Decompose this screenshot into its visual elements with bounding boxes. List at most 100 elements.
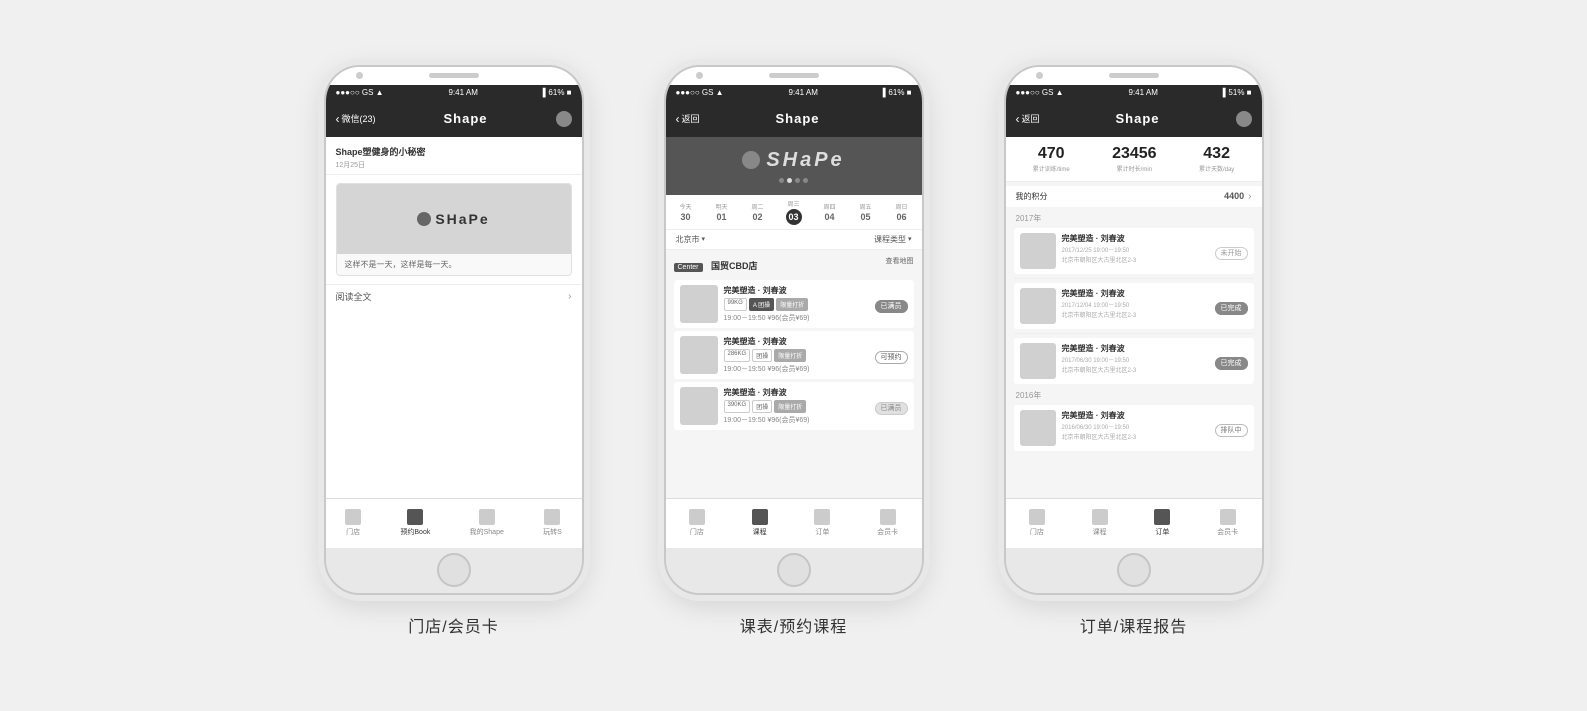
tab-course-3[interactable]: 课程 bbox=[1092, 509, 1108, 537]
nav-back-1[interactable]: ‹ 微信(23) bbox=[336, 112, 376, 126]
avatar-icon-1[interactable] bbox=[556, 111, 572, 127]
dot-4 bbox=[803, 178, 808, 183]
order-item-4[interactable]: 完美塑造 · 刘春波 2016/06/30 19:00－19:50 北京市朝阳区… bbox=[1014, 405, 1254, 451]
nav-bar-3: ‹ 返回 Shape bbox=[1006, 101, 1262, 137]
order-item-2[interactable]: 完美塑造 · 刘春波 2017/12/04 19:00－19:50 北京市朝阳区… bbox=[1014, 283, 1254, 329]
home-area-2 bbox=[666, 548, 922, 593]
points-title: 我的积分 bbox=[1016, 191, 1048, 202]
dot-1 bbox=[779, 178, 784, 183]
day-num-1: 30 bbox=[680, 212, 690, 222]
year-label-2016: 2016年 bbox=[1006, 386, 1262, 403]
day-num-4: 03 bbox=[786, 209, 802, 225]
course-tag-3a: 390KG bbox=[724, 400, 751, 413]
order-title-2: 完美塑造 · 刘春波 bbox=[1062, 288, 1209, 299]
date-item-4[interactable]: 周三 03 bbox=[780, 199, 808, 225]
phone-top-bar-3 bbox=[1006, 67, 1262, 85]
camera-1 bbox=[356, 72, 363, 79]
phone-shell-1: ●●●○○ GS ▲ 9:41 AM ▌61% ■ ‹ 微信(23) Shape… bbox=[324, 65, 584, 595]
book-icon-1 bbox=[407, 509, 423, 525]
date-item-5[interactable]: 周四 04 bbox=[816, 202, 844, 222]
type-filter-label: 课程类型 bbox=[874, 234, 906, 245]
course-title-3: 完美塑造 · 刘春波 bbox=[724, 387, 869, 398]
date-item-2[interactable]: 明天 01 bbox=[708, 202, 736, 222]
day-name-6: 周五 bbox=[859, 202, 871, 211]
tab-member-2[interactable]: 会员卡 bbox=[877, 509, 898, 537]
tab-play-1[interactable]: 玩转S bbox=[543, 509, 562, 537]
nav-back-2[interactable]: ‹ 返回 bbox=[676, 112, 700, 126]
tab-member-3[interactable]: 会员卡 bbox=[1217, 509, 1238, 537]
course-tag-2a: 286KG bbox=[724, 349, 751, 362]
home-button-1[interactable] bbox=[437, 553, 471, 587]
course-action-2[interactable]: 可预约 bbox=[875, 346, 908, 364]
course-title-1: 完美塑造 · 刘春波 bbox=[724, 285, 869, 296]
wechat-card-image: SHaPe bbox=[337, 184, 571, 254]
tab-order-2[interactable]: 订单 bbox=[814, 509, 830, 537]
phone-top-bar-1 bbox=[326, 67, 582, 85]
tab-shop-3[interactable]: 门店 bbox=[1029, 509, 1045, 537]
tab-book-label-1: 预约Book bbox=[400, 527, 430, 537]
stat-num-1: 470 bbox=[1033, 145, 1070, 163]
tab-book-1[interactable]: 预约Book bbox=[400, 509, 430, 537]
tab-shop-1[interactable]: 门店 bbox=[345, 509, 361, 537]
course-item-2[interactable]: 完美塑造 · 刘春波 286KG 团操 限量打折 19:00－19:50 ¥96… bbox=[674, 331, 914, 379]
order-time-2: 2017/12/04 19:00－19:50 bbox=[1062, 300, 1209, 309]
action-btn-3[interactable]: 已满员 bbox=[875, 402, 908, 415]
avatar-icon-3[interactable] bbox=[1236, 111, 1252, 127]
date-item-3[interactable]: 周二 02 bbox=[744, 202, 772, 222]
date-item-1[interactable]: 今天 30 bbox=[672, 202, 700, 222]
stat-label-2: 累计时长/min bbox=[1112, 164, 1157, 173]
day-num-6: 05 bbox=[860, 212, 870, 222]
tab-order-label-2: 订单 bbox=[815, 527, 829, 537]
nav-bar-1: ‹ 微信(23) Shape bbox=[326, 101, 582, 137]
wechat-card[interactable]: SHaPe 这样不是一天，这样是每一天。 bbox=[336, 183, 572, 276]
tab-myshape-1[interactable]: 我的Shape bbox=[470, 509, 504, 537]
date-item-7[interactable]: 周日 06 bbox=[888, 202, 916, 222]
read-more-text: 阅读全文 bbox=[336, 290, 372, 303]
type-filter-arrow: ▾ bbox=[908, 235, 912, 243]
city-filter[interactable]: 北京市 ▾ bbox=[676, 234, 706, 245]
order-icon-3 bbox=[1154, 509, 1170, 525]
nav-title-2: Shape bbox=[776, 111, 820, 126]
chevron-icon-2: ‹ bbox=[676, 112, 680, 126]
read-more-section[interactable]: 阅读全文 › bbox=[326, 284, 582, 308]
action-btn-1[interactable]: 已满员 bbox=[875, 300, 908, 313]
order-location-3: 北京市朝阳区大古里北区2-3 bbox=[1062, 365, 1209, 374]
course-item-3[interactable]: 完美塑造 · 刘春波 390KG 团操 限量打折 19:00－19:50 ¥96… bbox=[674, 382, 914, 430]
status-left-3: ●●●○○ GS ▲ bbox=[1016, 88, 1064, 97]
day-num-7: 06 bbox=[896, 212, 906, 222]
course-time-1: 19:00－19:50 ¥96(会员¥69) bbox=[724, 313, 869, 323]
logo-dots bbox=[779, 178, 808, 183]
nav-back-3[interactable]: ‹ 返回 bbox=[1016, 112, 1040, 126]
center-map-link[interactable]: 查看地图 bbox=[886, 256, 914, 266]
wechat-msg-title: Shape塑健身的小秘密 bbox=[336, 145, 572, 158]
shape-logo-circle-lg bbox=[742, 151, 760, 169]
order-thumb-4 bbox=[1020, 410, 1056, 446]
member-icon-3 bbox=[1220, 509, 1236, 525]
action-btn-2[interactable]: 可预约 bbox=[875, 351, 908, 364]
phone-shell-3: ●●●○○ GS ▲ 9:41 AM ▌51% ■ ‹ 返回 Shape bbox=[1004, 65, 1264, 595]
order-item-3[interactable]: 完美塑造 · 刘春波 2017/06/30 19:00－19:50 北京市朝阳区… bbox=[1014, 338, 1254, 384]
tab-course-2[interactable]: 课程 bbox=[752, 509, 768, 537]
tab-shop-2[interactable]: 门店 bbox=[689, 509, 705, 537]
tab-order-3[interactable]: 订单 bbox=[1154, 509, 1170, 537]
stat-item-2: 23456 累计时长/min bbox=[1112, 145, 1157, 173]
course-icon-3 bbox=[1092, 509, 1108, 525]
course-tag-1c: 限量打折 bbox=[776, 298, 808, 311]
status-badge-2: 已完成 bbox=[1215, 302, 1248, 315]
order-icon-2 bbox=[814, 509, 830, 525]
status-left-1: ●●●○○ GS ▲ bbox=[336, 88, 384, 97]
points-bar[interactable]: 我的积分 4400 › bbox=[1006, 186, 1262, 207]
stat-label-1: 累计训练/time bbox=[1033, 164, 1070, 173]
course-item-1[interactable]: 完美塑造 · 刘春波 99KG A 团操 限量打折 19:00－19:50 ¥9… bbox=[674, 280, 914, 328]
wechat-msg-header: Shape塑健身的小秘密 12月25日 bbox=[326, 137, 582, 175]
home-button-2[interactable] bbox=[777, 553, 811, 587]
date-item-6[interactable]: 周五 05 bbox=[852, 202, 880, 222]
order-info-2: 完美塑造 · 刘春波 2017/12/04 19:00－19:50 北京市朝阳区… bbox=[1062, 288, 1209, 319]
type-filter[interactable]: 课程类型 ▾ bbox=[874, 234, 912, 245]
course-action-1[interactable]: 已满员 bbox=[875, 295, 908, 313]
course-action-3[interactable]: 已满员 bbox=[875, 397, 908, 415]
stat-num-2: 23456 bbox=[1112, 145, 1157, 163]
home-button-3[interactable] bbox=[1117, 553, 1151, 587]
phone-label-1: 门店/会员卡 bbox=[408, 613, 498, 637]
order-item-1[interactable]: 完美塑造 · 刘春波 2017/12/25 19:00－19:50 北京市朝阳区… bbox=[1014, 228, 1254, 274]
